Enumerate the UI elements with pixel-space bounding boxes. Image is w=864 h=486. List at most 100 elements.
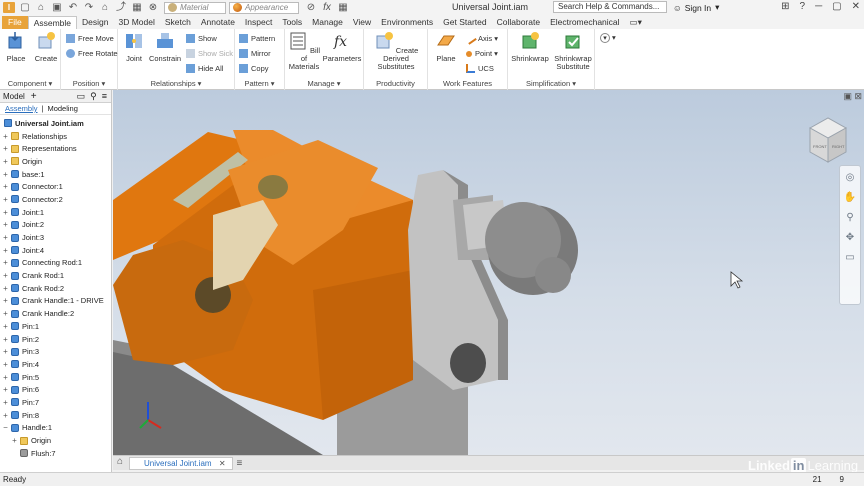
hide-all-button[interactable]: Hide All [186, 63, 223, 74]
pattern-button[interactable]: Pattern [239, 33, 275, 44]
free-move-button[interactable]: Free Move [66, 33, 114, 44]
tab-sketch[interactable]: Sketch [160, 16, 196, 29]
tree-node[interactable]: + Connecting Rod:1 [0, 257, 111, 270]
expand-toggle-icon[interactable]: + [2, 157, 9, 166]
tree-node[interactable]: + Pin:8 [0, 409, 111, 422]
tree-node[interactable]: + Representations [0, 142, 111, 155]
tab-assemble[interactable]: Assemble [27, 16, 78, 29]
tab-inspect[interactable]: Inspect [240, 16, 277, 29]
fx-icon[interactable]: fx [321, 2, 333, 13]
menu-icon[interactable]: ≡ [102, 91, 107, 102]
tree-node[interactable]: + Connector:2 [0, 193, 111, 206]
expand-toggle-icon[interactable]: + [2, 182, 9, 191]
new-icon[interactable]: ▢ [19, 2, 31, 13]
close-tab-icon[interactable]: ✕ [219, 459, 226, 468]
expand-toggle-icon[interactable]: + [2, 144, 9, 153]
tree-node[interactable]: + Origin [0, 434, 111, 447]
look-at-icon[interactable]: ▭ [840, 252, 860, 263]
tree-node[interactable]: + Joint:1 [0, 206, 111, 219]
minimize-button[interactable]: ─ [815, 1, 822, 12]
expand-toggle-icon[interactable]: + [2, 296, 9, 305]
tree-node[interactable]: + Pin:1 [0, 320, 111, 333]
tree-node[interactable]: + Pin:3 [0, 345, 111, 358]
tab-get-started[interactable]: Get Started [438, 16, 491, 29]
tree-node[interactable]: − Handle:1 [0, 422, 111, 435]
parameters-button[interactable]: fx Parameters [322, 31, 362, 63]
material-combo[interactable]: Material [164, 1, 226, 14]
maximize-button[interactable]: ▢ [832, 1, 841, 12]
expand-toggle-icon[interactable]: + [2, 322, 9, 331]
expand-toggle-icon[interactable]: + [2, 309, 9, 318]
tree-node[interactable]: + Pin:6 [0, 383, 111, 396]
home-tab-icon[interactable]: ⌂ [117, 457, 128, 467]
clear-appearance-icon[interactable]: ⊘ [305, 2, 317, 13]
place-button[interactable]: Place [4, 31, 28, 63]
document-tab-universal-joint[interactable]: Universal Joint.iam ✕ [129, 456, 233, 470]
tree-node[interactable]: + Connector:1 [0, 180, 111, 193]
tab-collaborate[interactable]: Collaborate [492, 16, 545, 29]
copy-button[interactable]: Copy [239, 63, 269, 74]
mirror-button[interactable]: Mirror [239, 48, 271, 59]
add-browser-icon[interactable]: + [31, 91, 37, 102]
expand-toggle-icon[interactable]: + [2, 360, 9, 369]
panel-title-relationships[interactable]: Relationships ▾ [118, 79, 234, 88]
expand-toggle-icon[interactable]: + [2, 132, 9, 141]
close-button[interactable]: ✕ [852, 1, 860, 12]
full-navigation-wheel-icon[interactable]: ◎ [840, 172, 860, 183]
tree-node[interactable]: + Crank Rod:2 [0, 282, 111, 295]
tree-node[interactable]: + Pin:7 [0, 396, 111, 409]
expand-toggle-icon[interactable]: + [2, 246, 9, 255]
expand-toggle-icon[interactable]: + [2, 195, 9, 204]
tab-list-icon[interactable]: ≡ [237, 458, 243, 469]
plane-button[interactable]: Plane [432, 31, 460, 63]
redo-icon[interactable]: ↷ [83, 2, 95, 13]
viewcube[interactable]: FRONT RIGHT [808, 117, 848, 163]
appearance-combo[interactable]: Appearance [229, 1, 299, 14]
tree-node[interactable]: + base:1 [0, 168, 111, 181]
tree-node[interactable]: + Joint:3 [0, 231, 111, 244]
panel-title-simplification[interactable]: Simplification ▾ [508, 79, 594, 88]
create-derived-substitutes-button[interactable]: Create Derived Substitutes [366, 31, 426, 71]
tab-electromechanical[interactable]: Electromechanical [545, 16, 624, 29]
tree-node[interactable]: + Pin:5 [0, 371, 111, 384]
expand-toggle-icon[interactable]: + [2, 220, 9, 229]
filter-icon[interactable]: ▭ [77, 91, 86, 102]
expand-toggle-icon[interactable]: − [2, 423, 9, 432]
free-rotate-button[interactable]: Free Rotate [66, 48, 118, 59]
panel-title-component[interactable]: Component ▾ [0, 79, 60, 88]
expand-toggle-icon[interactable]: + [2, 411, 9, 420]
ribbon-options-icon[interactable]: ▭▾ [625, 16, 647, 29]
expand-toggle-icon[interactable]: + [11, 436, 18, 445]
update-icon[interactable]: ⊗ [147, 2, 159, 13]
tree-node[interactable]: + Joint:2 [0, 219, 111, 232]
tree-node[interactable]: + Pin:2 [0, 333, 111, 346]
tree-node[interactable]: + Relationships [0, 130, 111, 143]
point-button[interactable]: Point ▾ [466, 48, 498, 59]
zoom-icon[interactable]: ⚲ [840, 212, 860, 223]
shrinkwrap-button[interactable]: Shrinkwrap [510, 31, 550, 63]
expand-toggle-icon[interactable]: + [2, 284, 9, 293]
return-icon[interactable]: ⤴ [115, 2, 127, 13]
panel-title-pattern[interactable]: Pattern ▾ [235, 79, 284, 88]
tab-annotate[interactable]: Annotate [196, 16, 240, 29]
home-icon[interactable]: ⌂ [99, 2, 111, 13]
browser-title[interactable]: Model [3, 92, 25, 101]
tree-node[interactable]: + Crank Handle:1 - DRIVE [0, 295, 111, 308]
help-button[interactable]: ? [800, 1, 806, 12]
pan-icon[interactable]: ✋ [840, 192, 860, 203]
tab-manage[interactable]: Manage [307, 16, 348, 29]
tab-view[interactable]: View [348, 16, 376, 29]
tab-file[interactable]: File [2, 16, 28, 29]
undo-icon[interactable]: ↶ [67, 2, 79, 13]
expand-toggle-icon[interactable]: + [2, 271, 9, 280]
tab-assembly[interactable]: Assembly [5, 104, 38, 113]
ribbon-more-button[interactable]: ▾ ▾ [600, 32, 616, 43]
expand-toggle-icon[interactable]: + [2, 258, 9, 267]
expand-toggle-icon[interactable]: + [2, 398, 9, 407]
cart-icon[interactable]: ⊞ [781, 1, 789, 12]
tree-node[interactable]: + Crank Rod:1 [0, 269, 111, 282]
app-logo-icon[interactable]: I [3, 2, 15, 13]
expand-toggle-icon[interactable]: + [2, 208, 9, 217]
tree-node[interactable]: + Pin:4 [0, 358, 111, 371]
orbit-icon[interactable]: ✥ [840, 232, 860, 243]
